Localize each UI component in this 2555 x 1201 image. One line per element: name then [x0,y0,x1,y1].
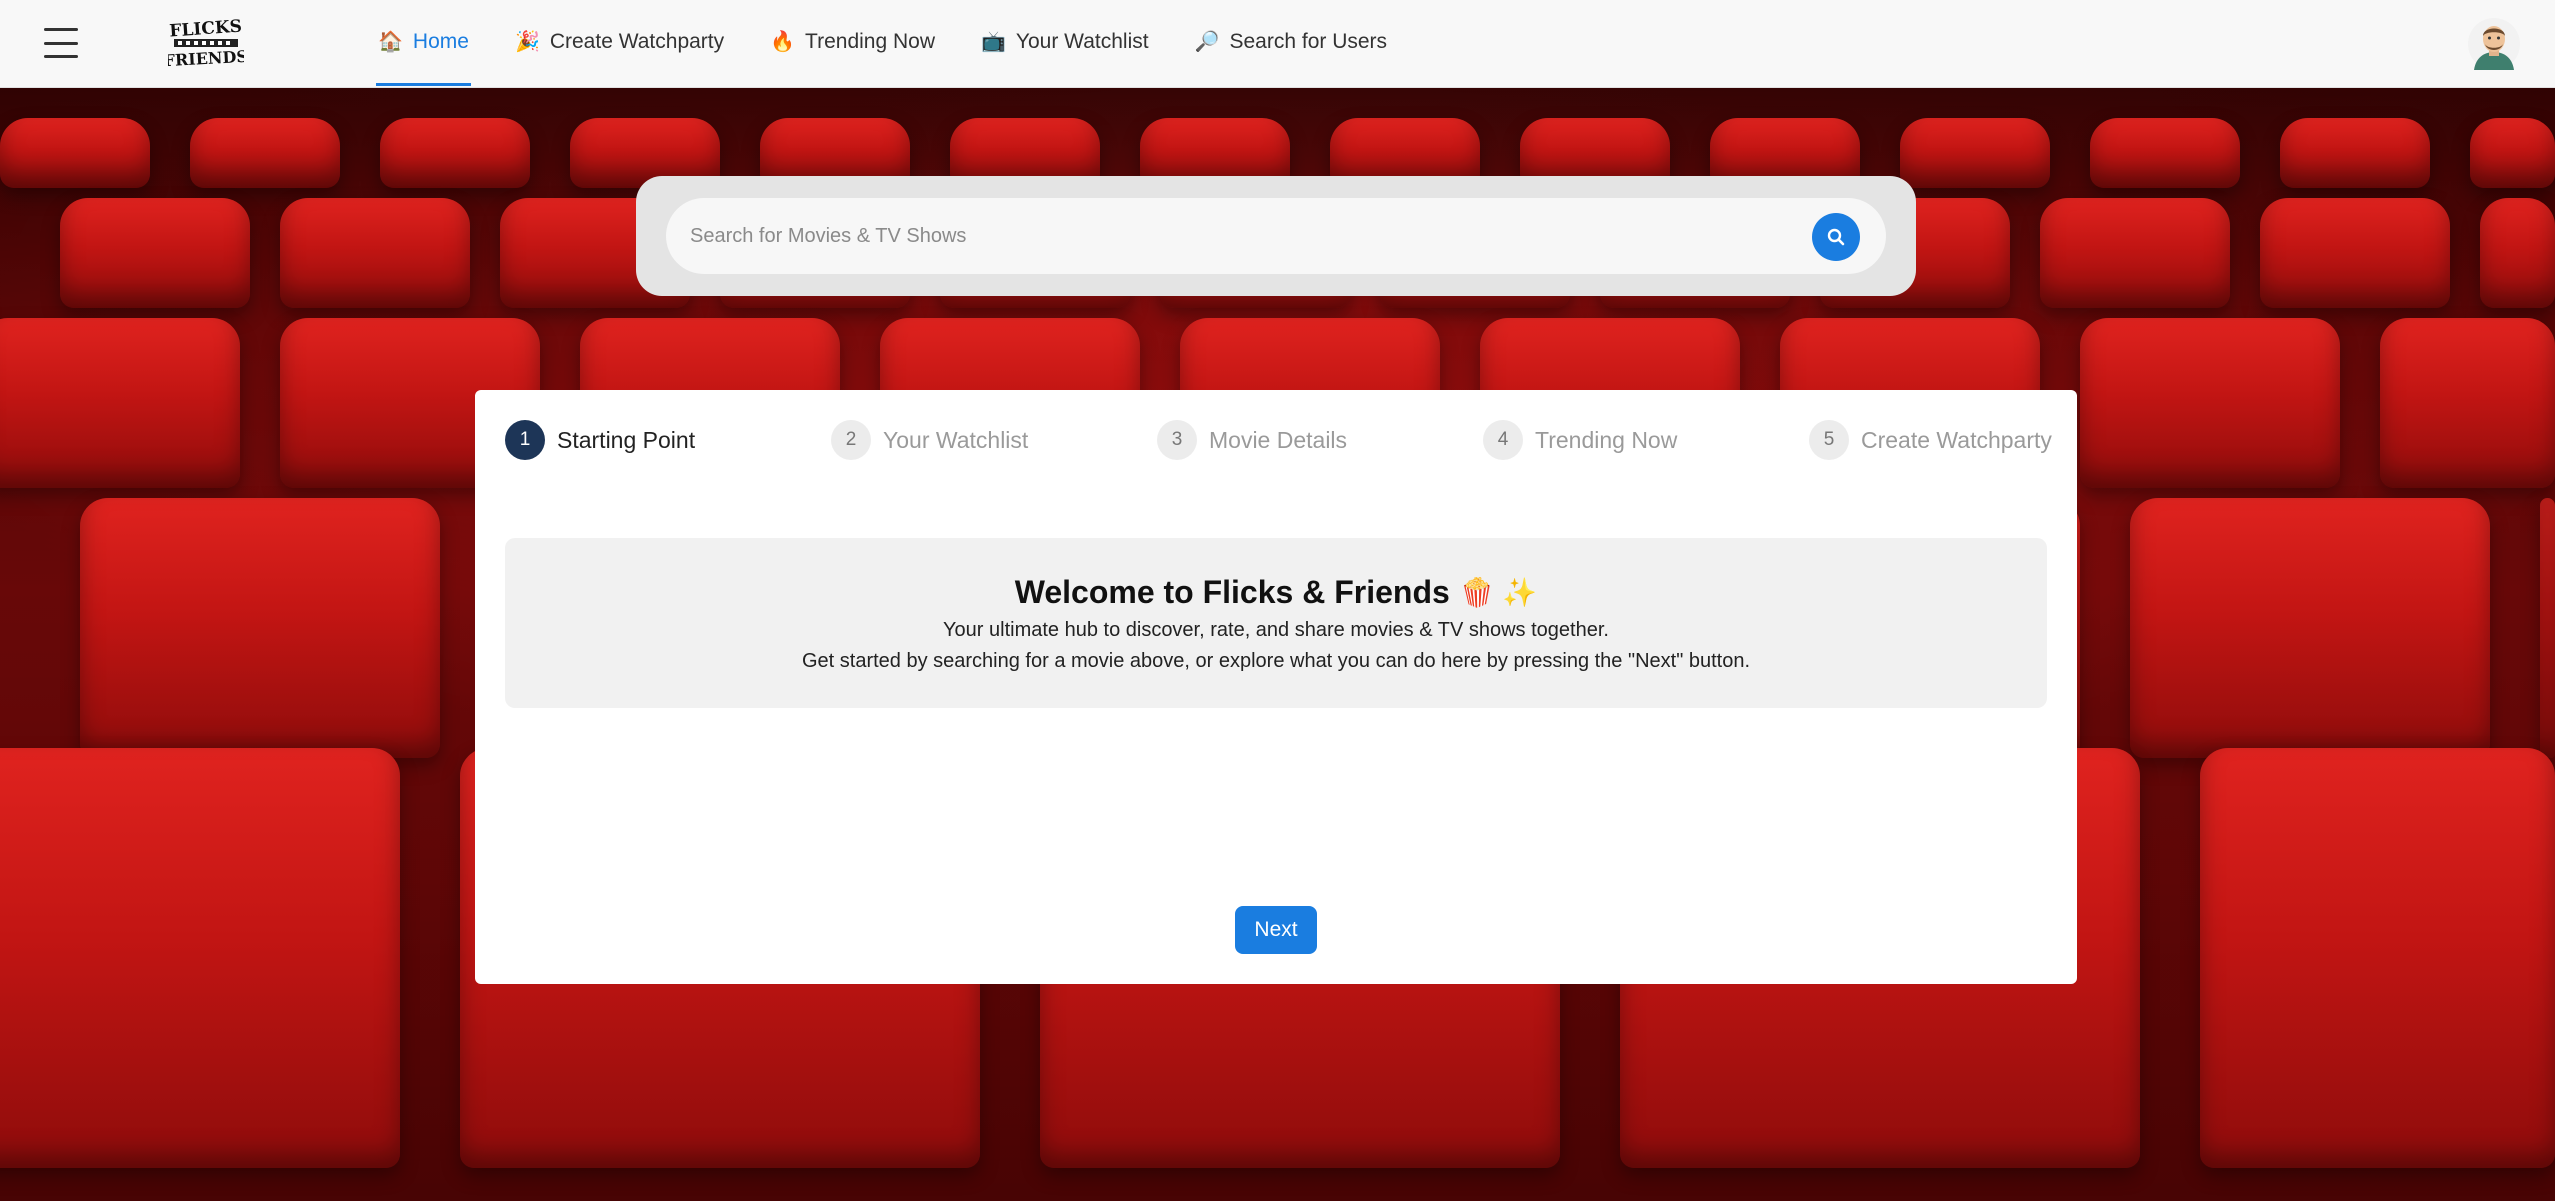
flicks-friends-logo[interactable]: FLICKS FRIENDS [168,14,244,72]
step-movie-details[interactable]: 3 Movie Details [1157,420,1347,460]
cinema-seat [380,118,530,188]
nav-label-trending-now: Trending Now [805,29,935,53]
cinema-seat [2090,118,2240,188]
step-label: Starting Point [557,426,696,453]
next-button[interactable]: Next [1235,906,1317,954]
step-starting-point[interactable]: 1 Starting Point [505,420,695,460]
cinema-seat [0,118,150,188]
cinema-seat [190,118,340,188]
nav-label-your-watchlist: Your Watchlist [1015,29,1149,53]
cinema-seat [0,748,400,1168]
cinema-seat [2260,198,2450,308]
welcome-title: Welcome to Flicks & Friends 🍿 ✨ [505,574,2047,611]
step-number: 4 [1483,420,1523,460]
cinema-seat [2080,318,2340,488]
step-number: 3 [1157,420,1197,460]
search-input[interactable] [690,198,1790,274]
house-icon: 🏠 [378,30,403,53]
cinema-seat [2130,498,2490,758]
hamburger-menu-icon[interactable] [44,28,78,58]
step-create-watchparty[interactable]: 5 Create Watchparty [1809,420,2052,460]
step-label: Create Watchparty [1861,426,2052,453]
popcorn-sparkles-icon: 🍿 ✨ [1459,577,1538,608]
cinema-seat [280,198,470,308]
search-panel [636,176,1916,296]
welcome-description: Your ultimate hub to discover, rate, and… [943,619,1609,641]
cinema-seat [2540,498,2555,758]
nav-label-home: Home [412,29,469,53]
nav-item-your-watchlist[interactable]: 📺 Your Watchlist [979,0,1151,86]
cinema-seat [2470,118,2555,188]
cinema-seat [0,318,240,488]
nav-item-home[interactable]: 🏠 Home [376,0,471,86]
welcome-instructions: Get started by searching for a movie abo… [801,650,1751,672]
search-icon [1827,228,1845,246]
logo-text-top: FLICKS [169,17,243,42]
logo-text-bottom: FRIENDS [168,47,244,70]
nav-item-search-users[interactable]: 🔎 Search for Users [1193,0,1389,86]
step-your-watchlist[interactable]: 2 Your Watchlist [831,420,1028,460]
search-box [666,198,1886,274]
nav-item-create-watchparty[interactable]: 🎉 Create Watchparty [513,0,726,86]
party-popper-icon: 🎉 [514,30,540,53]
cinema-seat [80,498,440,758]
onboarding-card: 1 Starting Point 2 Your Watchlist 3 Movi… [475,390,2077,984]
cinema-seat [2200,748,2555,1168]
cinema-seat [2280,118,2430,188]
fire-icon: 🔥 [770,30,796,53]
step-number: 2 [831,420,871,460]
nav-label-search-users: Search for Users [1229,29,1388,53]
television-icon: 📺 [981,30,1006,53]
step-trending-now[interactable]: 4 Trending Now [1483,420,1677,460]
cinema-seat [60,198,250,308]
nav-item-trending-now[interactable]: 🔥 Trending Now [768,0,937,86]
main-nav: 🏠 Home 🎉 Create Watchparty 🔥 Trending No… [376,0,1431,88]
cinema-seat [1900,118,2050,188]
welcome-title-text: Welcome to Flicks & Friends [1014,574,1450,610]
step-number: 5 [1809,420,1849,460]
nav-label-create-watchparty: Create Watchparty [549,29,725,53]
cinema-seat [2040,198,2230,308]
step-label: Trending Now [1535,426,1678,453]
user-avatar[interactable] [2468,18,2520,70]
magnifier-icon: 🔎 [1194,30,1220,53]
stepper: 1 Starting Point 2 Your Watchlist 3 Movi… [505,420,2052,460]
cinema-seat [2480,198,2555,308]
step-number: 1 [505,420,545,460]
step-label: Movie Details [1209,426,1348,453]
step-label: Your Watchlist [883,426,1029,453]
search-button[interactable] [1812,213,1860,261]
welcome-panel: Welcome to Flicks & Friends 🍿 ✨ Your ult… [505,538,2047,708]
top-navigation-bar: FLICKS FRIENDS 🏠 Home 🎉 Create Watchpart… [0,0,2555,88]
cinema-seat [2380,318,2555,488]
